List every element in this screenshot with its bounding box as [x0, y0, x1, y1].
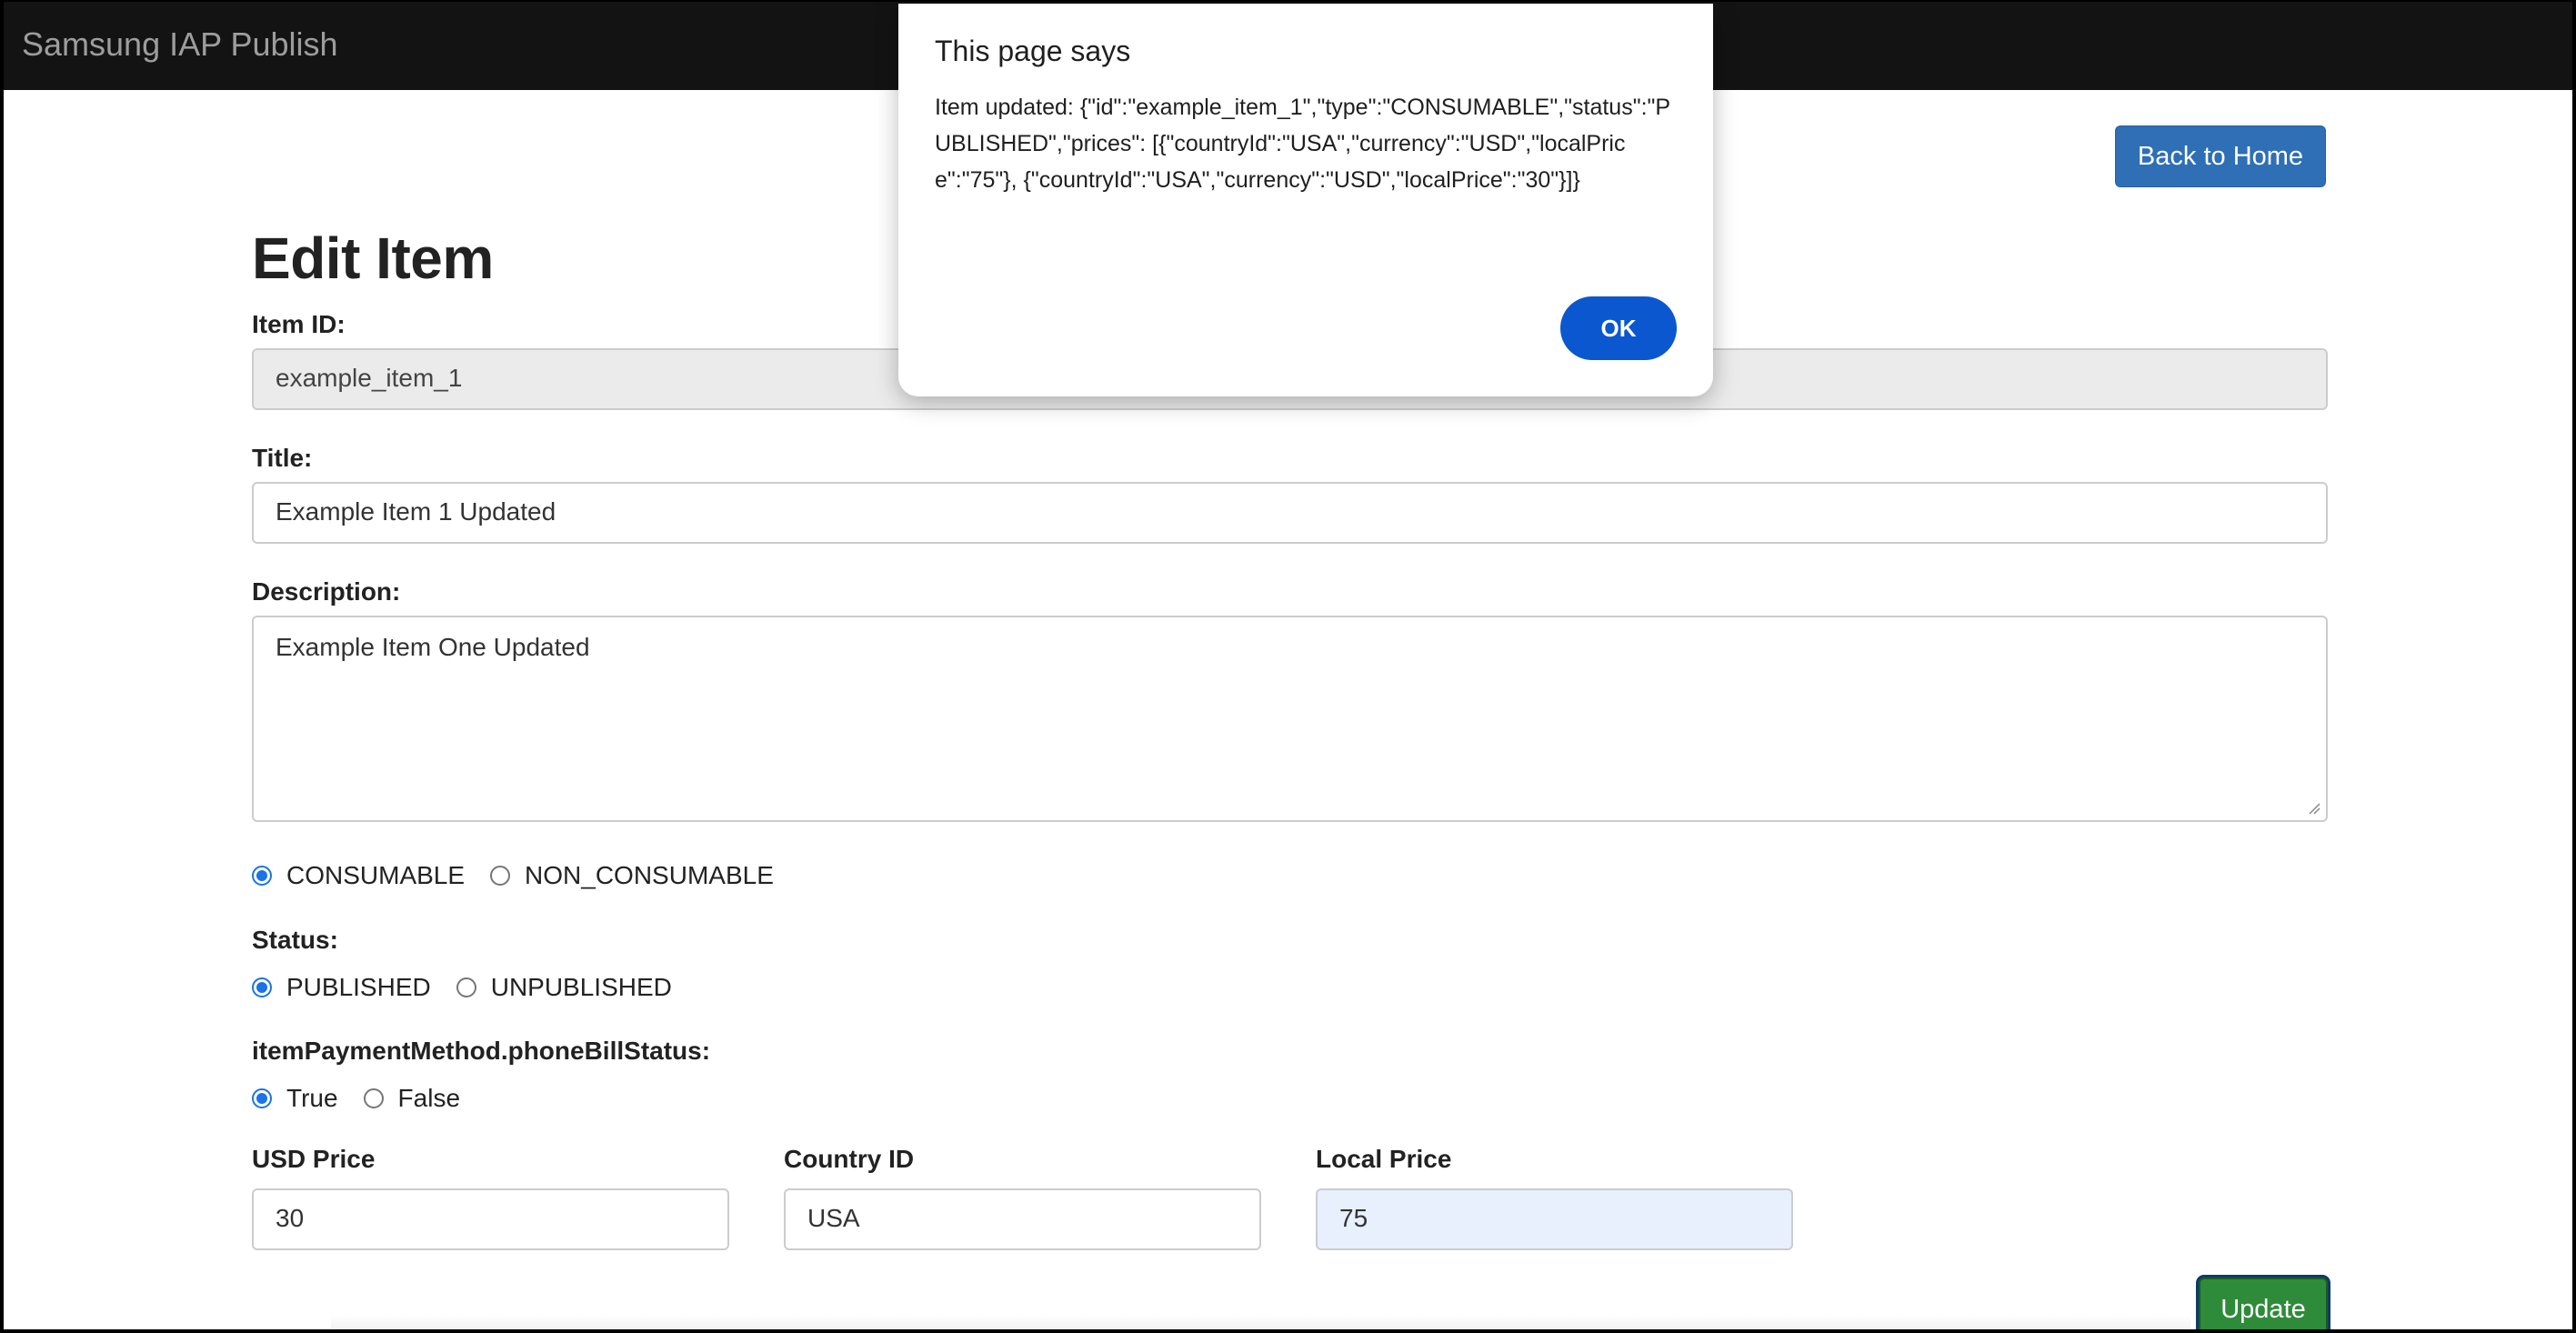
description-textarea[interactable]: Example Item One Updated	[252, 616, 2328, 822]
dialog-ok-button[interactable]: OK	[1560, 296, 1677, 360]
radio-unpublished[interactable]	[456, 977, 476, 997]
radio-consumable-label[interactable]: CONSUMABLE	[286, 861, 465, 890]
country-id-input[interactable]: USA	[784, 1188, 1261, 1250]
dialog-message: Item updated: {"id":"example_item_1","ty…	[935, 95, 1671, 193]
usd-price-label: USD Price	[252, 1145, 376, 1173]
description-label: Description:	[252, 577, 401, 606]
title-label: Title:	[252, 444, 313, 472]
phone-bill-radio-group: True False	[252, 1080, 486, 1117]
phone-bill-status-label: itemPaymentMethod.phoneBillStatus:	[252, 1037, 711, 1065]
radio-consumable[interactable]	[252, 866, 272, 886]
item-id-label: Item ID:	[252, 310, 346, 338]
update-button[interactable]: Update	[2199, 1278, 2328, 1329]
status-label: Status:	[252, 926, 338, 954]
radio-true[interactable]	[252, 1088, 272, 1108]
radio-published-label[interactable]: PUBLISHED	[286, 973, 431, 1002]
type-radio-group: CONSUMABLE NON_CONSUMABLE	[252, 857, 799, 894]
radio-non-consumable-label[interactable]: NON_CONSUMABLE	[525, 861, 774, 890]
local-price-input[interactable]: 75	[1316, 1188, 1793, 1250]
bottom-shadow	[331, 1316, 2190, 1329]
radio-published[interactable]	[252, 977, 272, 997]
alert-dialog: This page says Item updated: {"id":"exam…	[898, 4, 1713, 396]
radio-true-label[interactable]: True	[286, 1084, 338, 1113]
country-id-label: Country ID	[784, 1145, 915, 1173]
usd-price-input[interactable]: 30	[252, 1188, 729, 1250]
dialog-title: This page says	[935, 35, 1131, 67]
back-to-home-button[interactable]: Back to Home	[2115, 125, 2326, 187]
radio-false[interactable]	[363, 1088, 384, 1108]
browser-viewport: Samsung IAP Publish Back to Home Edit It…	[4, 2, 2572, 1329]
radio-false-label[interactable]: False	[398, 1084, 460, 1113]
page-title: Edit Item	[252, 226, 494, 291]
title-input[interactable]: Example Item 1 Updated	[252, 482, 2328, 544]
local-price-label: Local Price	[1316, 1145, 1452, 1173]
description-text: Example Item One Updated	[276, 633, 590, 661]
status-radio-group: PUBLISHED UNPUBLISHED	[252, 969, 697, 1006]
radio-unpublished-label[interactable]: UNPUBLISHED	[491, 973, 672, 1002]
radio-non-consumable[interactable]	[490, 866, 511, 886]
resize-grip-icon[interactable]	[2308, 802, 2320, 815]
brand-title[interactable]: Samsung IAP Publish	[22, 25, 338, 64]
